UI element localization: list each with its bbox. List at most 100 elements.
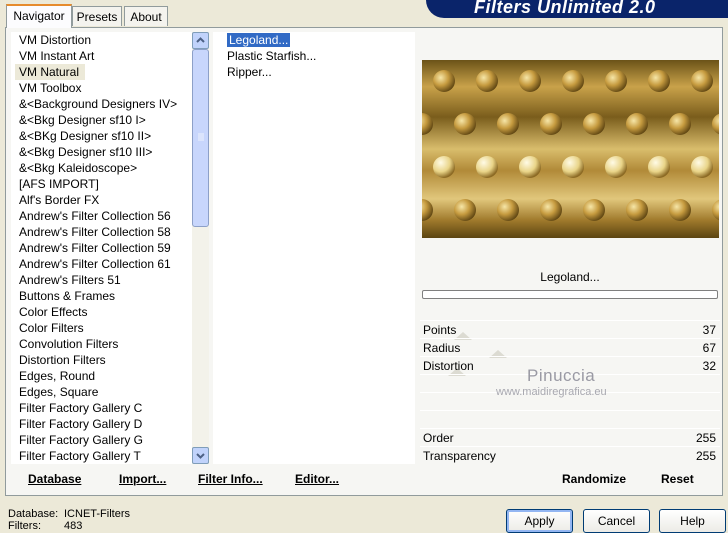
category-item[interactable]: Buttons & Frames [11,288,193,304]
category-item[interactable]: Filter Factory Gallery T [11,448,193,464]
preview-stud [605,70,627,92]
category-item[interactable]: Andrew's Filter Collection 58 [11,224,193,240]
category-item-label: Alf's Border FX [19,193,100,207]
category-item-label: [AFS IMPORT] [19,177,99,191]
param-name: Order [423,431,454,445]
filter-name-label: Legoland... [540,270,600,284]
import-button[interactable]: Import... [119,465,166,493]
category-item[interactable]: Edges, Round [11,368,193,384]
tab-navigator[interactable]: Navigator [6,4,72,28]
preview-stud [454,113,476,135]
category-item-label: Edges, Square [19,385,99,399]
category-item[interactable]: Filter Factory Gallery G [11,432,193,448]
category-item[interactable]: [AFS IMPORT] [11,176,193,192]
help-button[interactable]: Help [659,509,726,533]
preview-stud [497,199,519,221]
category-item[interactable]: &<BKg Designer sf10 II> [11,128,193,144]
cancel-button[interactable]: Cancel [583,509,650,533]
category-item[interactable]: &<Bkg Designer sf10 I> [11,112,193,128]
reset-button[interactable]: Reset [661,465,694,493]
watermark-url: www.maidiregrafica.eu [496,386,607,398]
category-item[interactable]: VM Natural [11,64,193,80]
preview-image [422,60,719,238]
param-name: Distortion [423,359,474,373]
chevron-down-icon [196,453,205,459]
category-item[interactable]: VM Toolbox [11,80,193,96]
category-item-label: Andrew's Filter Collection 61 [19,257,171,271]
preview-stud [540,199,562,221]
category-item[interactable]: &<Background Designers IV> [11,96,193,112]
filter-list[interactable]: Legoland... Plastic Starfish... Ripper... [213,32,415,464]
preview-stud [626,113,648,135]
left-button-bar: Database Import... Filter Info... Editor… [11,465,415,493]
category-item[interactable]: Color Effects [11,304,193,320]
param-separator [420,428,720,429]
filter-item[interactable]: Ripper... [213,64,415,80]
param-row[interactable]: Points 37 [420,321,720,340]
category-item[interactable]: Color Filters [11,320,193,336]
category-item[interactable]: Edges, Square [11,384,193,400]
preview-stud [691,70,713,92]
category-item-label: Andrew's Filter Collection 59 [19,241,171,255]
preview-stud [476,156,498,178]
category-scrollbar[interactable] [192,32,209,464]
tab-presets[interactable]: Presets [72,6,122,26]
category-item-label: Buttons & Frames [19,289,116,303]
category-item[interactable]: Andrew's Filter Collection 59 [11,240,193,256]
category-item-label: Convolution Filters [19,337,119,351]
preview-stud [476,70,498,92]
category-item-label: &<Bkg Designer sf10 III> [19,145,153,159]
right-button-bar: Randomize Reset [420,465,720,493]
tab-about[interactable]: About [124,6,168,26]
scroll-up-button[interactable] [192,32,209,49]
status-filters-label: Filters: [8,520,41,532]
category-list[interactable]: VM Distortion VM Instant Art VM Natural VM … [11,32,193,464]
category-item-label: VM Toolbox [19,81,82,95]
database-button[interactable]: Database [28,465,81,493]
scroll-thumb[interactable] [192,49,209,227]
category-item[interactable]: Filter Factory Gallery C [11,400,193,416]
filter-item[interactable]: Legoland... [213,32,415,48]
param-row[interactable] [420,411,720,429]
apply-button[interactable]: Apply [506,509,573,533]
category-item[interactable]: Alf's Border FX [11,192,193,208]
preview-stud [433,156,455,178]
watermark-name: Pinuccia [527,366,596,385]
category-item[interactable]: VM Distortion [11,32,193,48]
param-row[interactable]: Transparency 255 [420,447,720,465]
param-row[interactable]: Radius 67 [420,339,720,358]
category-item-label: VM Natural [15,64,86,80]
category-item[interactable]: Andrew's Filter Collection 61 [11,256,193,272]
category-item-label: VM Distortion [19,33,92,47]
preview-stud [497,113,519,135]
category-item[interactable]: &<Bkg Designer sf10 III> [11,144,193,160]
category-item-label: Filter Factory Gallery C [19,401,143,415]
filter-info-button[interactable]: Filter Info... [198,465,263,493]
status-database-value: ICNET-Filters [64,508,130,520]
preview-stud [583,199,605,221]
category-item-label: Filter Factory Gallery T [19,449,141,463]
category-item[interactable]: Convolution Filters [11,336,193,352]
preview-stud [691,156,713,178]
grip-icon [198,133,204,141]
category-item[interactable]: Andrew's Filters 51 [11,272,193,288]
preview-stud [648,156,670,178]
filter-item[interactable]: Plastic Starfish... [213,48,415,64]
preview-stud [648,70,670,92]
category-item[interactable]: &<Bkg Kaleidoscope> [11,160,193,176]
category-item[interactable]: VM Instant Art [11,48,193,64]
param-name: Points [423,323,457,337]
param-value: 255 [695,431,716,445]
category-item[interactable]: Filter Factory Gallery D [11,416,193,432]
editor-button[interactable]: Editor... [295,465,339,493]
param-row[interactable]: Order 255 [420,429,720,447]
scroll-down-button[interactable] [192,447,209,464]
filter-item-label: Ripper... [227,65,272,79]
category-item[interactable]: Distortion Filters [11,352,193,368]
randomize-button[interactable]: Randomize [562,465,626,493]
category-item[interactable]: Andrew's Filter Collection 56 [11,208,193,224]
param-name: Transparency [423,449,496,463]
category-item-label: Filter Factory Gallery G [19,433,144,447]
status-filters-value: 483 [64,520,83,532]
preview-stud [669,199,691,221]
